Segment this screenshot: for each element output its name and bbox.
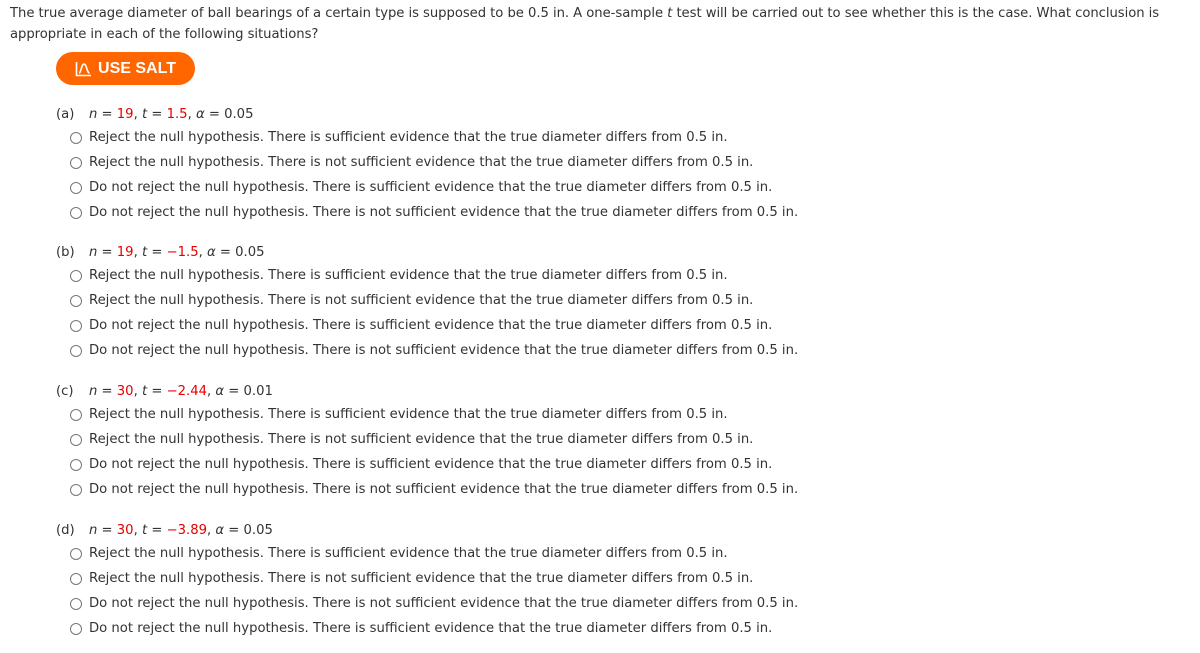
n-value: 30 — [116, 384, 134, 399]
radio-button[interactable] — [70, 344, 82, 357]
answer-option[interactable]: Do not reject the null hypothesis. There… — [70, 175, 798, 200]
radio-button[interactable] — [70, 572, 82, 585]
equals: = — [204, 107, 225, 122]
option-label: Reject the null hypothesis. There is suf… — [89, 130, 728, 145]
question-part-c: (c) n = 30, t = −2.44, α = 0.01 Reject th… — [56, 382, 798, 502]
radio-button[interactable] — [70, 181, 82, 194]
answer-option[interactable]: Do not reject the null hypothesis. There… — [70, 338, 798, 363]
separator: , — [133, 384, 142, 399]
option-label: Reject the null hypothesis. There is suf… — [89, 546, 728, 561]
answer-option[interactable]: Reject the null hypothesis. There is not… — [70, 150, 798, 175]
question-part-b: (b) n = 19, t = −1.5, α = 0.05 Reject the… — [56, 243, 798, 363]
option-label: Do not reject the null hypothesis. There… — [89, 457, 773, 472]
radio-button[interactable] — [70, 156, 82, 169]
radio-button[interactable] — [70, 458, 82, 471]
t-value: −1.5 — [166, 245, 199, 260]
answer-option[interactable]: Reject the null hypothesis. There is suf… — [70, 263, 798, 288]
use-salt-button[interactable]: USE SALT — [56, 52, 195, 85]
alpha-symbol: α — [215, 384, 225, 399]
equals: = — [97, 107, 117, 122]
equals: = — [97, 384, 117, 399]
radio-button[interactable] — [70, 597, 82, 610]
equals: = — [147, 523, 167, 538]
radio-button[interactable] — [70, 547, 82, 560]
alpha-symbol: α — [195, 107, 205, 122]
option-label: Do not reject the null hypothesis. There… — [89, 621, 773, 636]
part-header: (c) n = 30, t = −2.44, α = 0.01 — [56, 382, 798, 402]
separator: , — [198, 245, 207, 260]
answer-option[interactable]: Reject the null hypothesis. There is suf… — [70, 402, 798, 427]
separator: , — [187, 107, 196, 122]
option-label: Reject the null hypothesis. There is not… — [89, 432, 754, 447]
answer-option[interactable]: Do not reject the null hypothesis. There… — [70, 616, 798, 641]
answer-option[interactable]: Reject the null hypothesis. There is suf… — [70, 125, 798, 150]
option-label: Reject the null hypothesis. There is suf… — [89, 407, 728, 422]
alpha-value: 0.05 — [235, 245, 265, 260]
option-label: Reject the null hypothesis. There is suf… — [89, 268, 728, 283]
alpha-value: 0.05 — [243, 523, 273, 538]
separator: , — [133, 523, 142, 538]
option-label: Reject the null hypothesis. There is not… — [89, 571, 754, 586]
answer-option[interactable]: Do not reject the null hypothesis. There… — [70, 313, 798, 338]
option-label: Do not reject the null hypothesis. There… — [89, 596, 799, 611]
equals: = — [147, 107, 167, 122]
n-value: 19 — [116, 245, 134, 260]
option-label: Do not reject the null hypothesis. There… — [89, 180, 773, 195]
answer-option[interactable]: Do not reject the null hypothesis. There… — [70, 477, 798, 502]
question-intro: The true average diameter of ball bearin… — [10, 3, 1190, 45]
equals: = — [224, 384, 244, 399]
answer-option[interactable]: Reject the null hypothesis. There is suf… — [70, 541, 798, 566]
alpha-symbol: α — [215, 523, 225, 538]
part-header: (b) n = 19, t = −1.5, α = 0.05 — [56, 243, 798, 263]
answer-option[interactable]: Reject the null hypothesis. There is not… — [70, 566, 798, 591]
alpha-value: 0.01 — [243, 384, 273, 399]
option-label: Do not reject the null hypothesis. There… — [89, 205, 799, 220]
t-value: −3.89 — [166, 523, 207, 538]
part-label: (b) — [56, 245, 75, 260]
part-label: (d) — [56, 523, 75, 538]
option-label: Reject the null hypothesis. There is not… — [89, 155, 754, 170]
equals: = — [147, 245, 167, 260]
alpha-value: 0.05 — [224, 107, 254, 122]
option-label: Do not reject the null hypothesis. There… — [89, 343, 799, 358]
use-salt-label: USE SALT — [98, 59, 176, 77]
answer-option[interactable]: Reject the null hypothesis. There is not… — [70, 288, 798, 313]
radio-button[interactable] — [70, 483, 82, 496]
radio-button[interactable] — [70, 408, 82, 421]
equals: = — [97, 523, 117, 538]
part-label: (a) — [56, 107, 75, 122]
separator: , — [133, 245, 142, 260]
option-label: Reject the null hypothesis. There is not… — [89, 293, 754, 308]
radio-button[interactable] — [70, 433, 82, 446]
radio-button[interactable] — [70, 319, 82, 332]
intro-text: The true average diameter of ball bearin… — [10, 6, 668, 21]
part-header: (a) n = 19, t = 1.5, α = 0.05 — [56, 105, 798, 125]
t-value: 1.5 — [166, 107, 188, 122]
answer-option[interactable]: Do not reject the null hypothesis. There… — [70, 200, 798, 225]
part-label: (c) — [56, 384, 74, 399]
answer-option[interactable]: Reject the null hypothesis. There is not… — [70, 427, 798, 452]
equals: = — [147, 384, 167, 399]
equals: = — [97, 245, 117, 260]
alpha-symbol: α — [207, 245, 216, 260]
option-label: Do not reject the null hypothesis. There… — [89, 482, 799, 497]
equals: = — [224, 523, 244, 538]
part-header: (d) n = 30, t = −3.89, α = 0.05 — [56, 521, 798, 541]
n-value: 30 — [116, 523, 134, 538]
salt-chart-icon — [75, 61, 92, 76]
option-label: Do not reject the null hypothesis. There… — [89, 318, 773, 333]
separator: , — [133, 107, 142, 122]
radio-button[interactable] — [70, 131, 82, 144]
question-part-a: (a) n = 19, t = 1.5, α = 0.05 Reject the … — [56, 105, 798, 225]
radio-button[interactable] — [70, 269, 82, 282]
answer-option[interactable]: Do not reject the null hypothesis. There… — [70, 591, 798, 616]
n-value: 19 — [116, 107, 134, 122]
radio-button[interactable] — [70, 622, 82, 635]
answer-option[interactable]: Do not reject the null hypothesis. There… — [70, 452, 798, 477]
t-value: −2.44 — [166, 384, 207, 399]
question-part-d: (d) n = 30, t = −3.89, α = 0.05 Reject th… — [56, 521, 798, 641]
radio-button[interactable] — [70, 294, 82, 307]
equals: = — [215, 245, 236, 260]
radio-button[interactable] — [70, 206, 82, 219]
